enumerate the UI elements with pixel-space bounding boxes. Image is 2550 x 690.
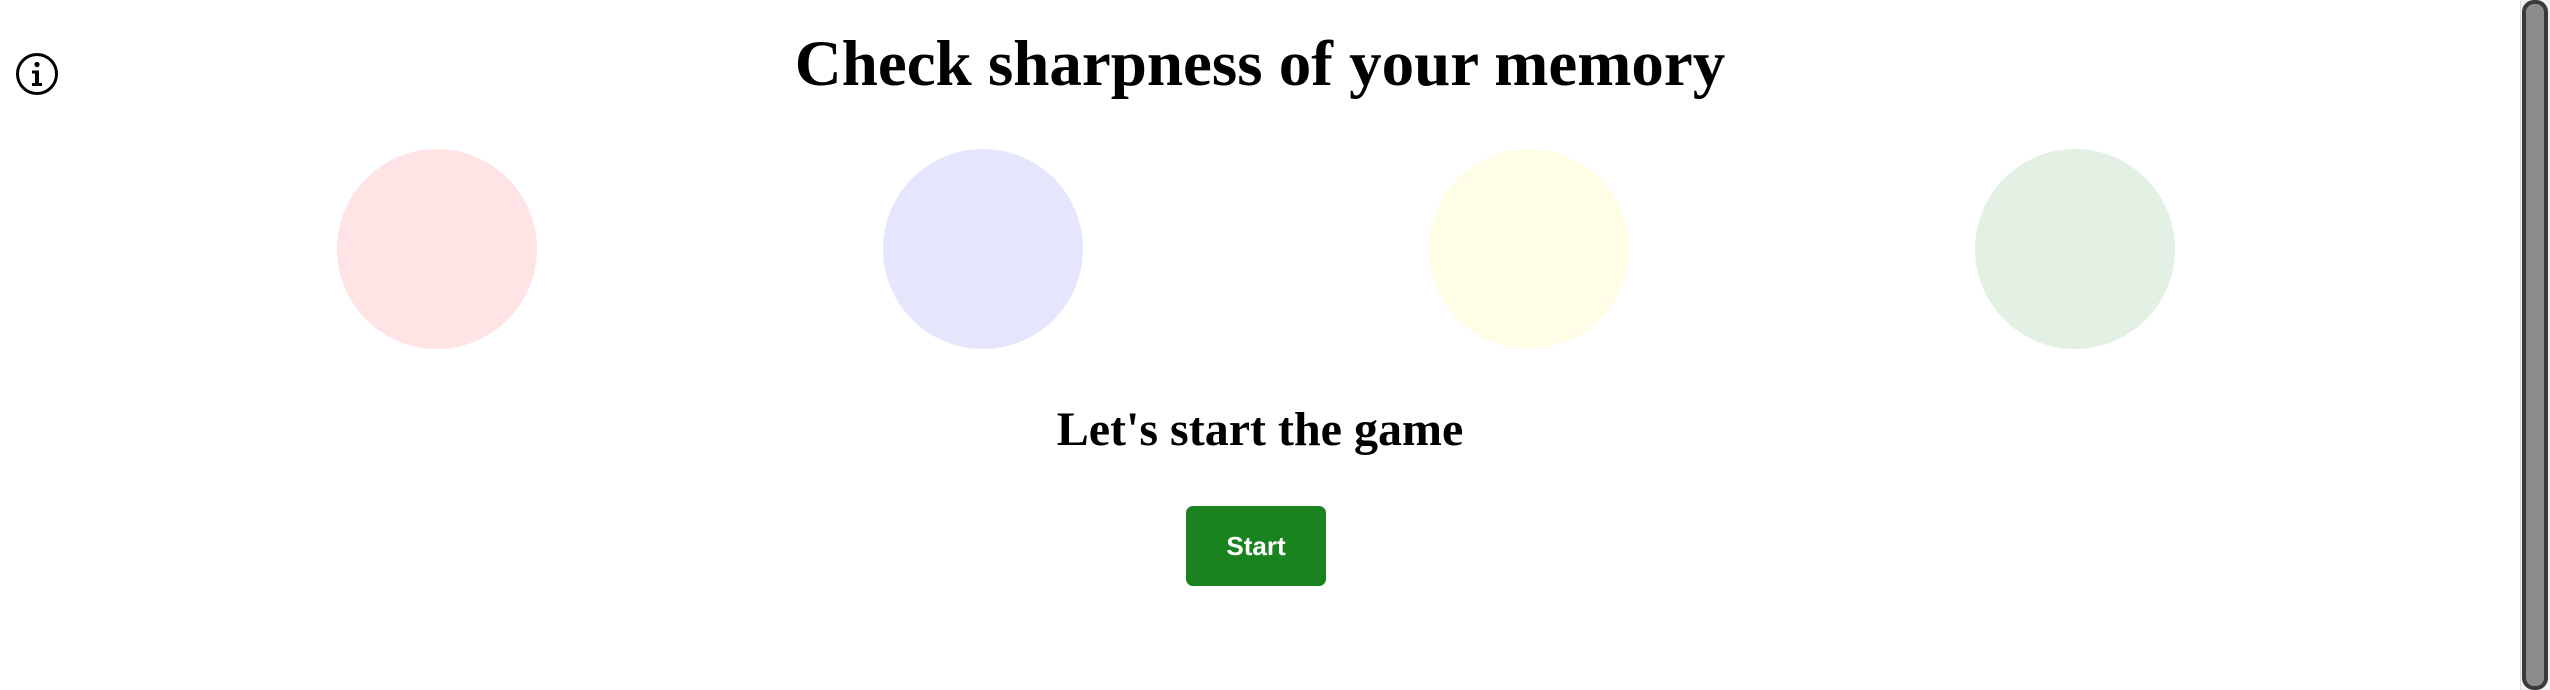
scrollbar-track[interactable]	[2520, 0, 2550, 690]
scrollbar-thumb[interactable]	[2522, 0, 2548, 690]
game-page: Check sharpness of your memory Let's sta…	[0, 0, 2550, 690]
green-circle[interactable]	[1975, 149, 2175, 349]
red-circle[interactable]	[337, 149, 537, 349]
page-title: Check sharpness of your memory	[794, 28, 1726, 100]
blue-circle[interactable]	[883, 149, 1083, 349]
game-status-message: Let's start the game	[1056, 403, 1464, 456]
yellow-circle[interactable]	[1429, 149, 1629, 349]
start-button[interactable]: Start	[1186, 506, 1326, 586]
